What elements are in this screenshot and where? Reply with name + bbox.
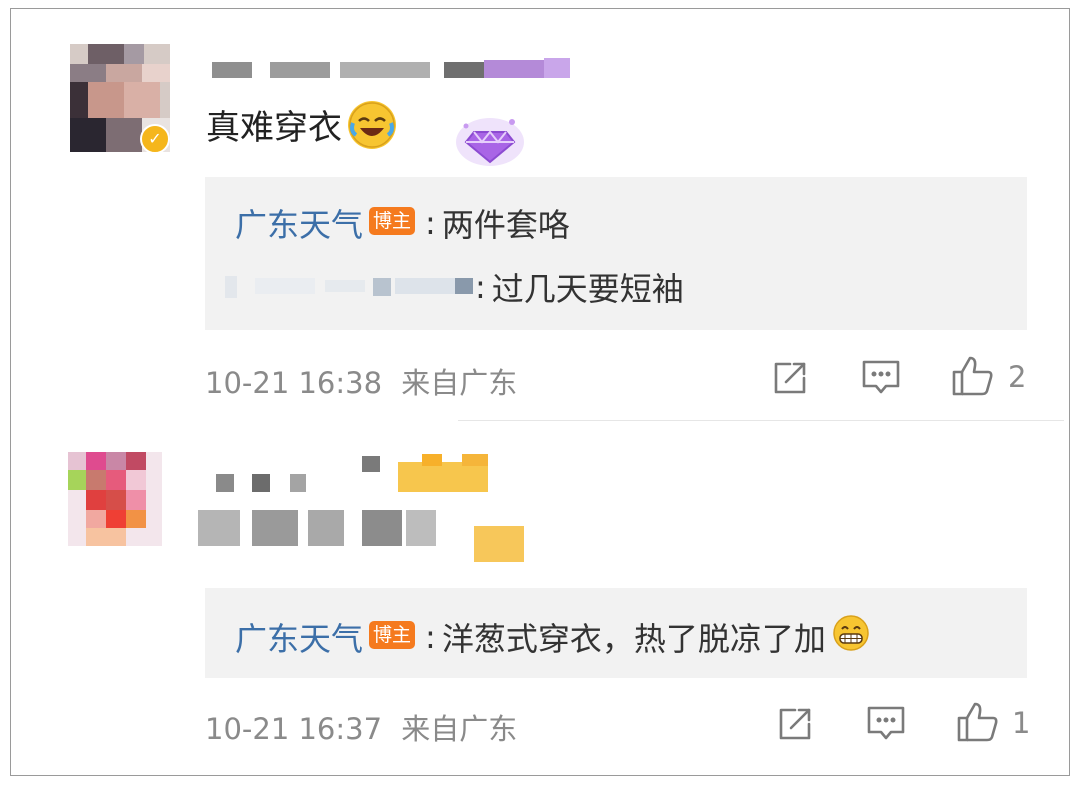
avatar[interactable] [68,452,162,546]
reply-author-blurred[interactable] [225,272,475,302]
reply-author[interactable]: 广东天气 [235,200,363,246]
comment-meta: 10-21 16:38 来自广东 [205,360,517,402]
reply-text: 洋葱式穿衣，热了脱凉了加 [441,620,826,658]
comment-icon[interactable] [860,356,902,402]
comment-source: 来自广东 [401,366,518,400]
comment-text: 真难穿衣 [206,100,396,149]
thumbs-up-icon[interactable] [955,700,999,748]
reply-colon: : [475,268,486,306]
reply-text: 两件套咯 [441,206,570,244]
comment-icon[interactable] [865,702,907,748]
comment-time: 10-21 16:38 [205,366,383,400]
reply-item[interactable]: 广东天气 博主 : 洋葱式穿衣，热了脱凉了加 [235,614,870,660]
reply-colon: : [425,618,436,656]
comment-time: 10-21 16:37 [205,712,383,746]
blogger-badge: 博主 [369,207,416,235]
reply-colon: : [425,204,436,242]
reply-text: 过几天要短袖 [491,270,684,308]
blogger-badge: 博主 [369,621,416,649]
like-count: 1 [1012,706,1031,740]
username[interactable] [212,452,512,492]
like-count: 2 [1008,360,1027,394]
reply-author[interactable]: 广东天气 [235,614,363,660]
grinning-emoji [832,614,870,660]
diamond-badge-icon [452,110,528,170]
username[interactable] [212,58,572,80]
comment-meta: 10-21 16:37 来自广东 [205,706,517,748]
laughing-crying-emoji [348,100,396,149]
comment-source: 来自广东 [401,712,518,746]
verified-icon: ✓ [140,124,170,154]
share-icon[interactable] [775,704,815,748]
comment-body: 真难穿衣 [206,108,342,148]
comment-body-blurred [198,504,528,564]
share-icon[interactable] [770,358,810,402]
reply-item[interactable]: : 过几天要短袖 [225,264,684,310]
thumbs-up-icon[interactable] [950,354,994,402]
divider [458,420,1064,421]
reply-item[interactable]: 广东天气 博主 : 两件套咯 [235,200,570,246]
